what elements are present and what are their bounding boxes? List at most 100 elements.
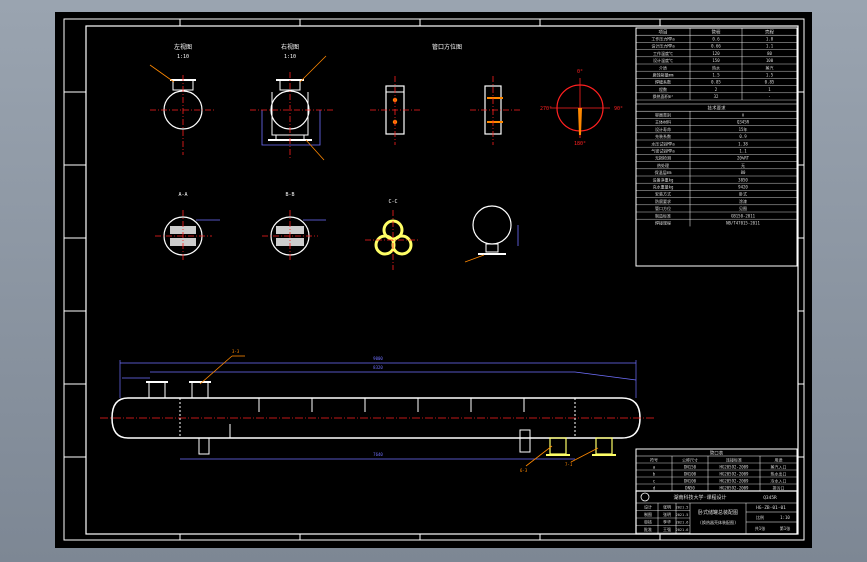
signoff-name: 王强 bbox=[663, 527, 671, 532]
spec-req-value: 无 bbox=[741, 163, 745, 168]
spec-cell: 焊缝系数 bbox=[655, 79, 671, 85]
section-label-a: A-A bbox=[178, 192, 187, 198]
spec-section-title: 技术要求 bbox=[708, 105, 726, 112]
signoff-date: 2021.6 bbox=[676, 521, 689, 525]
spec-cell: 0.85 bbox=[711, 80, 721, 85]
angle-label-right: 90° bbox=[614, 106, 623, 112]
spec-header-cell: 管程 bbox=[712, 29, 721, 36]
spec-cell: 换热面积m² bbox=[653, 93, 674, 99]
view-sublabel-left: 1:10 bbox=[177, 54, 189, 60]
view-label-left: 左视图 bbox=[174, 43, 192, 51]
angle-label-left: 270° bbox=[540, 106, 552, 112]
dim-inner-length: 8320 bbox=[373, 365, 383, 370]
school-name: 湖南科技大学·课程设计 bbox=[673, 494, 726, 501]
spec-req-label: 保温层mm bbox=[655, 169, 672, 175]
spec-cell: - bbox=[768, 94, 770, 99]
drawing-code: HG-ZB-01-01 bbox=[756, 505, 786, 511]
spec-cell: 介质 bbox=[659, 64, 667, 70]
spec-cell: 0.6 bbox=[712, 37, 720, 42]
spec-cell: 1.5 bbox=[712, 73, 720, 78]
nozzle-cell: DN50 bbox=[685, 485, 695, 490]
spec-req-value: 见图 bbox=[739, 205, 747, 211]
scale-label: 比例 bbox=[756, 514, 764, 520]
spec-req-label: 管口方位 bbox=[655, 205, 671, 211]
nozzle-cell: HG20592-2009 bbox=[720, 485, 749, 490]
nozzle-cell: HG20592-2009 bbox=[720, 464, 749, 469]
spec-req-value: 涂漆 bbox=[739, 198, 747, 204]
leader-tag-vessel-3: 7-1 bbox=[565, 462, 573, 467]
angle-label-top: 0° bbox=[577, 69, 583, 75]
sheet-total: 共1张 bbox=[755, 525, 765, 531]
sheet-number: 第1张 bbox=[780, 525, 790, 531]
spec-cell: 1.1 bbox=[766, 44, 774, 49]
section-label-b: B-B bbox=[285, 192, 294, 198]
spec-req-value: Q345R bbox=[737, 120, 750, 125]
section-label-c: C-C bbox=[388, 199, 397, 205]
spec-cell: 工作温度℃ bbox=[653, 50, 673, 56]
leader-tag-vessel-2: 6-3 bbox=[520, 468, 528, 473]
view-label-right: 右视图 bbox=[281, 43, 299, 51]
spec-req-value: 1.1 bbox=[739, 149, 747, 154]
signoff-date: 2021.5 bbox=[676, 506, 689, 510]
nozzle-header-cell: 符号 bbox=[650, 456, 658, 462]
spec-req-label: 设备净重kg bbox=[653, 176, 674, 182]
dim-overall-length: 9000 bbox=[373, 356, 383, 361]
drawing-subtitle: (换热器壳体装配图) bbox=[700, 519, 737, 525]
spec-cell: 120 bbox=[712, 51, 720, 56]
spec-req-value: 3850 bbox=[738, 177, 748, 182]
spec-req-value: 0.9 bbox=[739, 134, 747, 139]
spec-req-value: 1.38 bbox=[738, 141, 748, 146]
spec-cell: 设计温度℃ bbox=[653, 57, 673, 63]
spec-cell: 1.5 bbox=[766, 73, 774, 78]
spec-req-label: 防腐要求 bbox=[655, 198, 671, 204]
spec-cell: 1.0 bbox=[766, 37, 774, 42]
spec-cell: 程数 bbox=[659, 86, 667, 92]
drawing-title: 卧式储罐总装配图 bbox=[698, 509, 738, 516]
spec-req-label: 容器类别 bbox=[655, 112, 671, 118]
spec-footer-value: NB/T47015-2011 bbox=[726, 221, 760, 226]
signoff-name: 张明 bbox=[663, 504, 671, 510]
spec-cell: 工作压力MPa bbox=[651, 36, 675, 42]
spec-cell: 100 bbox=[766, 58, 774, 63]
view-sublabel-right: 1:10 bbox=[284, 54, 296, 60]
nozzle-cell: 蒸汽入口 bbox=[771, 463, 787, 469]
scale-value: 1:10 bbox=[780, 515, 790, 520]
nozzle-cell: 冷水入口 bbox=[771, 477, 787, 483]
spec-footer-label: 焊接规程 bbox=[655, 220, 671, 226]
spec-req-label: 无损检测 bbox=[655, 155, 671, 161]
signoff-date: 2021.5 bbox=[676, 513, 689, 517]
dim-saddle-span: 7640 bbox=[373, 452, 383, 457]
nozzle-table-title: 管口表 bbox=[710, 449, 724, 456]
signoff-role: 批准 bbox=[644, 526, 652, 532]
spec-cell: 设计压力MPa bbox=[651, 43, 675, 49]
nozzle-cell: HG20592-2009 bbox=[720, 478, 749, 483]
spec-req-label: 充装系数 bbox=[655, 133, 671, 139]
nozzle-cell: HG20592-2009 bbox=[720, 471, 749, 476]
spec-req-label: 设计寿命 bbox=[655, 126, 671, 132]
nozzle-cell: 排污口 bbox=[773, 484, 785, 490]
material-label: Q345R bbox=[763, 495, 777, 501]
spec-req-value: 20%RT bbox=[737, 156, 750, 161]
angle-label-bottom: 180° bbox=[574, 141, 586, 147]
spec-req-label: 充水重量kg bbox=[653, 184, 674, 190]
nozzle-header-cell: 用途 bbox=[775, 456, 783, 462]
signoff-name: 张明 bbox=[663, 511, 671, 517]
leader-tag-vessel-1: 3-3 bbox=[232, 349, 240, 354]
spec-cell: 腐蚀裕量mm bbox=[653, 72, 674, 78]
spec-cell: 热水 bbox=[712, 64, 720, 70]
spec-req-label: 制造标准 bbox=[655, 212, 671, 218]
view-label-nozzle: 管口方位图 bbox=[432, 43, 462, 51]
spec-cell: 蒸汽 bbox=[766, 64, 774, 70]
spec-req-value: 9420 bbox=[738, 185, 748, 190]
spec-header-cell: 壳程 bbox=[765, 29, 774, 36]
spec-req-value: 80 bbox=[741, 170, 746, 175]
signoff-date: 2021.6 bbox=[676, 528, 689, 532]
spec-req-value: 15年 bbox=[739, 126, 748, 132]
spec-req-label: 热处理 bbox=[657, 162, 669, 168]
spec-req-label: 水压试验MPa bbox=[651, 140, 675, 146]
drawing-sheet bbox=[55, 12, 812, 548]
spec-req-value: 卧式 bbox=[739, 191, 747, 197]
spec-cell: 80 bbox=[767, 51, 772, 56]
spec-cell: 0.85 bbox=[765, 80, 775, 85]
spec-header-cell: 项目 bbox=[659, 30, 668, 36]
